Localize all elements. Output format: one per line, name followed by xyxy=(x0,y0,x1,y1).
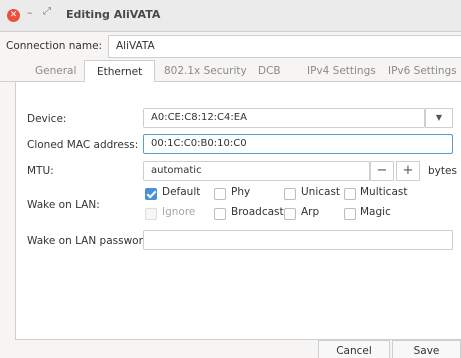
wol-password-input[interactable] xyxy=(143,230,453,250)
device-label: Device: xyxy=(27,113,67,125)
wol-default-label: Default xyxy=(162,186,201,198)
tab-ipv6-settings[interactable]: IPv6 Settings xyxy=(388,65,457,77)
mtu-increment-button[interactable]: + xyxy=(396,161,420,181)
wol-default-checkbox[interactable] xyxy=(145,188,157,200)
wol-magic-label: Magic xyxy=(360,206,391,218)
wol-unicast-label: Unicast xyxy=(301,186,341,198)
wol-multicast-checkbox[interactable] xyxy=(344,188,356,200)
wake-on-lan-label: Wake on LAN: xyxy=(27,199,100,211)
mtu-decrement-button[interactable]: − xyxy=(370,161,394,181)
wol-phy-label: Phy xyxy=(231,186,251,198)
mtu-unit: bytes xyxy=(428,165,457,177)
window-title: Editing AliVATA xyxy=(66,8,161,21)
maximize-icon[interactable]: ⤢ xyxy=(43,6,51,17)
wol-password-label: Wake on LAN password: xyxy=(27,235,153,247)
title-bar: ✕ – ⤢ Editing AliVATA xyxy=(0,0,461,32)
wol-ignore-label: Ignore xyxy=(162,206,196,218)
mtu-input[interactable]: automatic xyxy=(143,161,370,181)
mtu-label: MTU: xyxy=(27,165,54,177)
tab-dcb[interactable]: DCB xyxy=(258,65,281,77)
cloned-mac-label: Cloned MAC address: xyxy=(27,139,139,151)
wol-multicast-label: Multicast xyxy=(360,186,408,198)
chevron-down-icon[interactable]: ▼ xyxy=(425,108,453,128)
tab-bar: General Ethernet 802.1x Security DCB IPv… xyxy=(0,60,461,82)
connection-name-input[interactable]: AliVATA xyxy=(108,35,461,58)
cloned-mac-input[interactable]: 00:1C:C0:B0:10:C0 xyxy=(143,134,453,154)
connection-name-label: Connection name: xyxy=(6,40,103,52)
wol-magic-checkbox[interactable] xyxy=(344,208,356,220)
device-combo[interactable]: A0:CE:C8:12:C4:EA xyxy=(143,108,425,128)
minimize-icon[interactable]: – xyxy=(27,6,33,19)
wol-broadcast-label: Broadcast xyxy=(231,206,284,218)
tab-8021x-security[interactable]: 802.1x Security xyxy=(164,65,247,77)
wol-broadcast-checkbox[interactable] xyxy=(214,208,226,220)
cancel-button[interactable]: Cancel xyxy=(318,340,390,358)
save-button[interactable]: Save xyxy=(392,340,461,358)
wol-ignore-checkbox[interactable] xyxy=(145,208,157,220)
wol-arp-checkbox[interactable] xyxy=(284,208,296,220)
wol-arp-label: Arp xyxy=(301,206,320,218)
wol-unicast-checkbox[interactable] xyxy=(284,188,296,200)
tab-general[interactable]: General xyxy=(35,65,76,77)
tab-ipv4-settings[interactable]: IPv4 Settings xyxy=(307,65,376,77)
tab-ethernet[interactable]: Ethernet xyxy=(84,60,156,82)
wol-phy-checkbox[interactable] xyxy=(214,188,226,200)
close-icon[interactable]: ✕ xyxy=(7,9,20,22)
